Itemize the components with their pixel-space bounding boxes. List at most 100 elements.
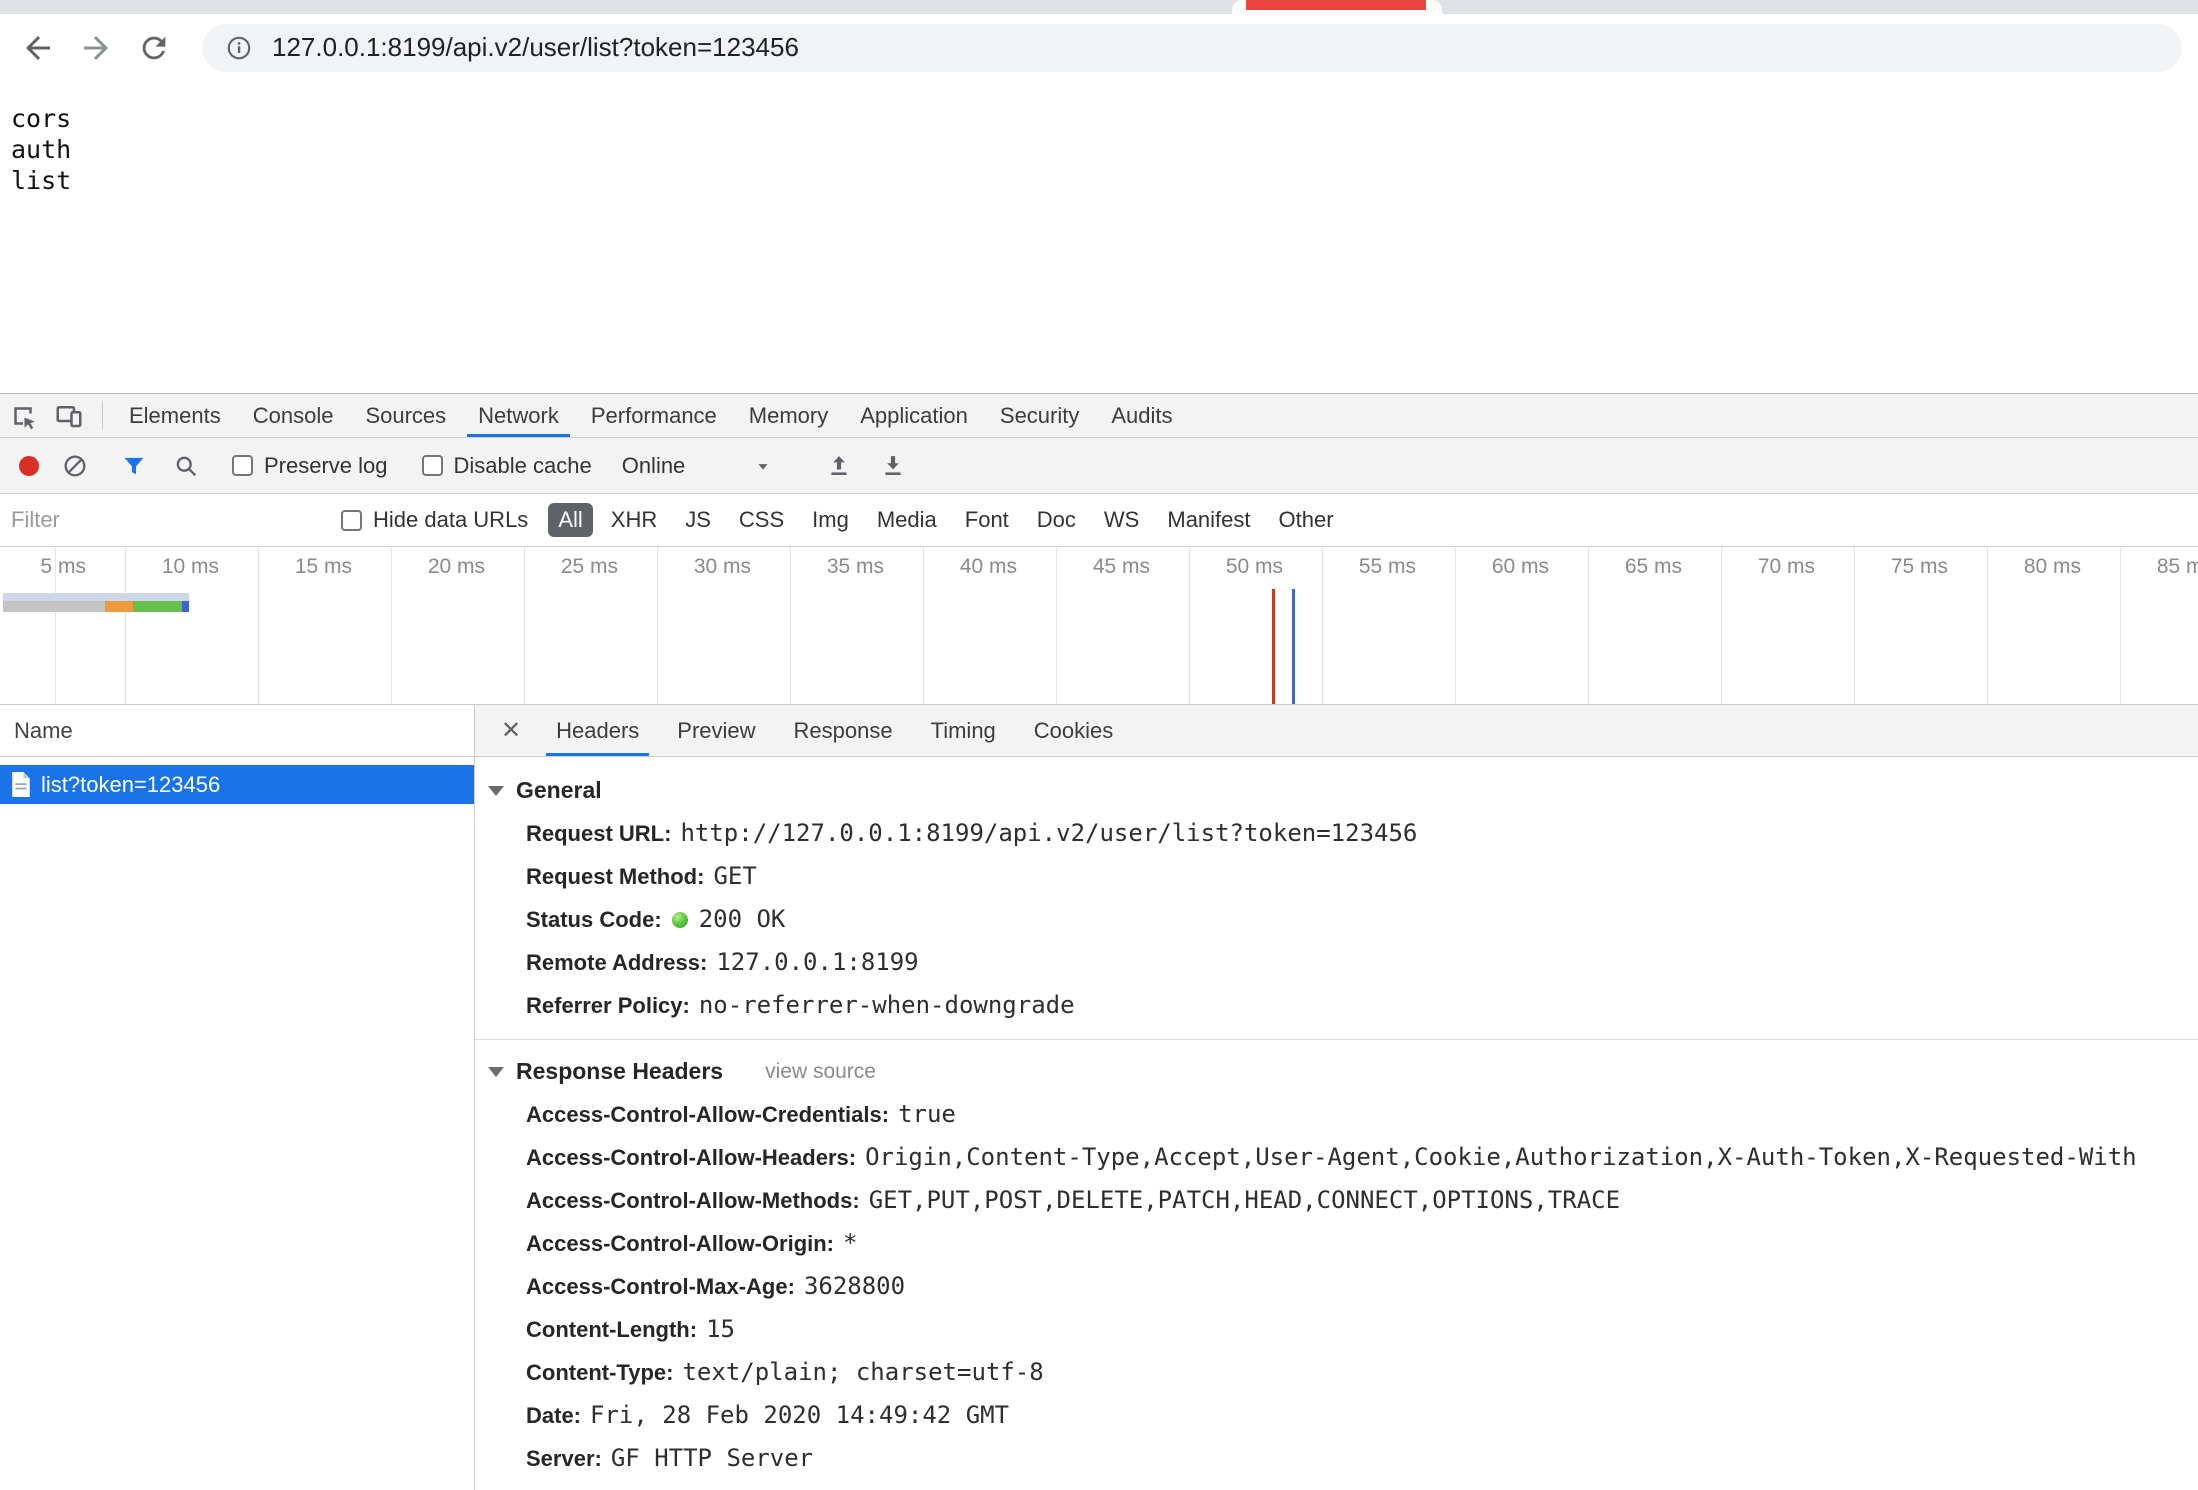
response-headers-section-header[interactable]: Response Headers view source [475,1040,2198,1093]
tab-label: Memory [749,403,828,429]
preserve-log-checkbox[interactable] [232,455,253,476]
header-field-row: Remote Address:127.0.0.1:8199 [475,941,2198,984]
header-field-row: Date:Fri, 28 Feb 2020 14:49:42 GMT [475,1394,2198,1437]
header-field-value: Origin,Content-Type,Accept,User-Agent,Co… [865,1143,2137,1171]
filter-type-xhr[interactable]: XHR [601,503,667,537]
detail-tab-cookies[interactable]: Cookies [1020,705,1127,756]
headers-content: General Request URL:http://127.0.0.1:819… [475,757,2198,1490]
detail-tab-timing[interactable]: Timing [917,705,1010,756]
filter-type-other[interactable]: Other [1269,503,1344,537]
devtools-tabbar: Elements Console Sources Network Perform… [0,394,2198,438]
header-field-value: 200 OK [699,905,786,933]
forward-button[interactable] [72,24,120,72]
header-field-name: Server: [526,1446,602,1471]
filter-type-js[interactable]: JS [675,503,721,537]
filter-type-media[interactable]: Media [867,503,947,537]
tab-label: Elements [129,403,221,429]
tab-label: Application [860,403,968,429]
filter-type-img[interactable]: Img [802,503,859,537]
devtools-tab-application[interactable]: Application [844,394,984,437]
name-column-label: Name [14,718,73,744]
info-icon[interactable] [224,33,254,63]
filter-type-all[interactable]: All [548,503,592,537]
header-field-row: Content-Type:text/plain; charset=utf-8 [475,1351,2198,1394]
disable-cache-toggle[interactable]: Disable cache [422,453,592,479]
devtools-tab-audits[interactable]: Audits [1095,394,1188,437]
filter-type-font[interactable]: Font [955,503,1019,537]
devtools-tab-console[interactable]: Console [237,394,350,437]
header-field-row: Access-Control-Allow-Origin:* [475,1222,2198,1265]
header-field-value: GET [713,862,756,890]
url-bar[interactable]: 127.0.0.1:8199/api.v2/user/list?token=12… [202,24,2182,72]
detail-tab-response[interactable]: Response [780,705,907,756]
tab-label: Preview [677,718,755,744]
tab-accent-bar [1246,0,1426,10]
devtools-tab-sources[interactable]: Sources [349,394,462,437]
upload-arrow-icon [825,452,853,480]
load-event-marker [1272,589,1275,704]
network-overview-timeline[interactable]: 5 ms10 ms15 ms20 ms25 ms30 ms35 ms40 ms4… [0,547,2198,705]
import-har-button[interactable] [820,447,858,485]
tab-label: Sources [365,403,446,429]
header-field-row: Server:GF HTTP Server [475,1437,2198,1480]
general-section-header[interactable]: General [475,757,2198,812]
record-button[interactable] [10,447,48,485]
resource-type-filters: All XHR JS CSS Img Media Font Doc WS Man… [544,503,1347,537]
hide-data-urls-toggle[interactable]: Hide data URLs [341,507,528,533]
header-field-value: * [843,1229,857,1257]
filter-toggle-button[interactable] [115,447,153,485]
header-field-value: 3628800 [804,1272,905,1300]
reload-button[interactable] [130,24,178,72]
filter-type-manifest[interactable]: Manifest [1157,503,1260,537]
request-row[interactable]: list?token=123456 [0,765,474,804]
section-title: General [516,777,602,804]
close-icon: ✕ [501,716,521,745]
hide-data-urls-label: Hide data URLs [373,507,528,533]
back-button[interactable] [14,24,62,72]
devtools-tab-security[interactable]: Security [984,394,1095,437]
preserve-log-toggle[interactable]: Preserve log [232,453,388,479]
network-toolbar: Preserve log Disable cache Online [0,438,2198,494]
view-source-link[interactable]: view source [765,1060,876,1084]
header-field-row: Status Code:200 OK [475,898,2198,941]
clear-button[interactable] [56,447,94,485]
triangle-down-icon [488,786,504,796]
header-field-name: Date: [526,1403,581,1428]
header-field-value: no-referrer-when-downgrade [699,991,1075,1019]
disable-cache-checkbox[interactable] [422,455,443,476]
header-field-value: GET,PUT,POST,DELETE,PATCH,HEAD,CONNECT,O… [869,1186,1620,1214]
throttling-select[interactable]: Online [622,453,774,479]
status-ok-icon [672,912,688,928]
header-field-value: true [898,1100,956,1128]
hide-data-urls-checkbox[interactable] [341,510,362,531]
devtools-tab-memory[interactable]: Memory [733,394,844,437]
export-har-button[interactable] [874,447,912,485]
network-overview-bar [3,593,189,612]
detail-tab-preview[interactable]: Preview [663,705,769,756]
page-text-line: auth [11,134,2187,165]
page-body: cors auth list [0,81,2198,393]
device-toolbar-icon [54,401,84,431]
devtools-tab-elements[interactable]: Elements [113,394,237,437]
filter-type-ws[interactable]: WS [1094,503,1149,537]
reload-icon [137,31,171,65]
detail-tab-headers[interactable]: Headers [542,705,653,756]
search-button[interactable] [167,447,205,485]
document-icon [11,772,31,797]
header-field-row: Access-Control-Allow-Credentials: true [475,1093,2198,1136]
filter-type-css[interactable]: CSS [729,503,794,537]
close-detail-button[interactable]: ✕ [485,705,537,756]
end-segment [182,601,189,612]
detail-tabbar: ✕ Headers Preview Response Timing Cookie… [475,705,2198,757]
device-toolbar-button[interactable] [46,394,92,437]
header-field-name: Referrer Policy: [526,993,690,1018]
header-field-name: Content-Length: [526,1317,697,1342]
name-column-header[interactable]: Name [0,705,474,757]
filter-type-doc[interactable]: Doc [1027,503,1086,537]
tab-label: Response [794,718,893,744]
filter-input[interactable] [11,507,341,533]
inspect-element-button[interactable] [0,394,46,437]
devtools-tab-performance[interactable]: Performance [575,394,733,437]
header-field-name: Access-Control-Allow-Credentials: [526,1102,889,1127]
devtools-tab-network[interactable]: Network [462,394,575,437]
